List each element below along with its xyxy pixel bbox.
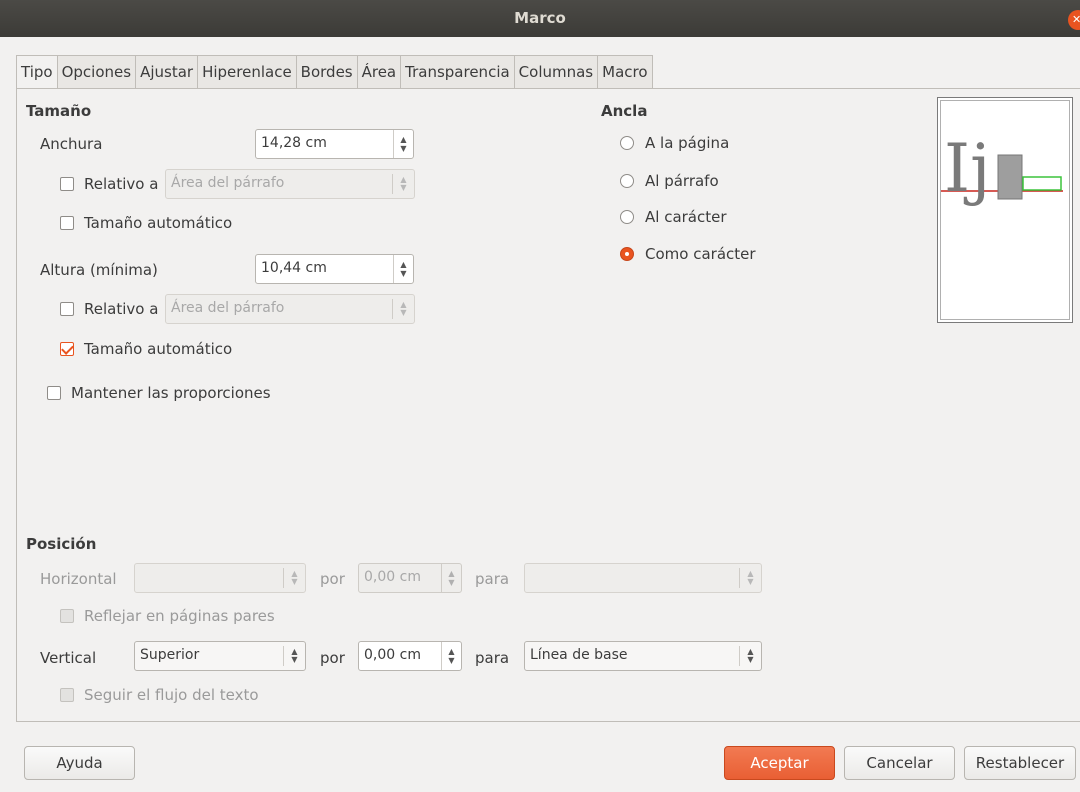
width-label: Anchura (40, 135, 103, 153)
help-button[interactable]: Ayuda (24, 746, 135, 780)
horizontal-by-value: 0,00 cm (364, 569, 421, 585)
preview-drawing: Ij (941, 130, 1063, 207)
tab-hiperenlace[interactable]: Hiperenlace (198, 55, 297, 89)
relative-width-value: Área del párrafo (171, 175, 285, 191)
auto-height-label: Tamaño automático (84, 340, 233, 358)
tab-area[interactable]: Área (357, 55, 402, 89)
size-section-title: Tamaño (26, 102, 92, 120)
relative-width-select: Área del párrafo ▲ ▼ (165, 169, 415, 199)
width-spinbox[interactable]: 14,28 cm ▲ ▼ (255, 129, 414, 159)
cancel-button[interactable]: Cancelar (844, 746, 955, 780)
follow-flow-checkbox (60, 688, 74, 702)
horizontal-to-select: ▲ ▼ (524, 563, 762, 593)
spin-arrows-icon[interactable]: ▲ ▼ (393, 255, 413, 283)
relative-height-select: Área del párrafo ▲ ▼ (165, 294, 415, 324)
vertical-by-spinbox[interactable]: 0,00 cm ▲ ▼ (358, 641, 462, 671)
anchor-paragraph-radio[interactable] (620, 174, 634, 188)
anchor-preview: Ij (937, 97, 1073, 323)
anchor-page-label: A la página (645, 134, 730, 152)
position-section-title: Posición (26, 535, 97, 553)
relative-width-checkbox[interactable] (60, 177, 74, 191)
spin-arrows-icon[interactable]: ▲ ▼ (441, 642, 461, 670)
close-icon[interactable]: ✕ (1068, 10, 1080, 30)
horizontal-by-label: por (320, 570, 345, 588)
spin-arrows-icon[interactable]: ▲ ▼ (393, 130, 413, 158)
height-spinbox[interactable]: 10,44 cm ▲ ▼ (255, 254, 414, 284)
anchor-character-label: Al carácter (645, 208, 727, 226)
relative-height-value: Área del párrafo (171, 300, 285, 316)
height-value: 10,44 cm (261, 260, 327, 276)
vertical-value: Superior (140, 647, 200, 663)
horizontal-label: Horizontal (40, 570, 117, 588)
horizontal-select: ▲ ▼ (134, 563, 306, 593)
chevron-updown-icon: ▲ ▼ (392, 174, 414, 194)
tab-opciones[interactable]: Opciones (57, 55, 137, 89)
tab-columnas[interactable]: Columnas (514, 55, 599, 89)
vertical-to-select[interactable]: Línea de base ▲ ▼ (524, 641, 762, 671)
vertical-to-value: Línea de base (530, 647, 628, 663)
auto-width-label: Tamaño automático (84, 214, 233, 232)
ok-button[interactable]: Aceptar (724, 746, 835, 780)
anchor-page-radio[interactable] (620, 136, 634, 150)
preview-page: Ij (940, 100, 1070, 320)
width-value: 14,28 cm (261, 135, 327, 151)
chevron-updown-icon[interactable]: ▲ ▼ (283, 646, 305, 666)
vertical-by-value: 0,00 cm (364, 647, 421, 663)
auto-width-checkbox[interactable] (60, 216, 74, 230)
vertical-to-label: para (475, 649, 510, 667)
follow-flow-label: Seguir el flujo del texto (84, 686, 259, 704)
keep-ratio-label: Mantener las proporciones (71, 384, 271, 402)
tab-ajustar[interactable]: Ajustar (136, 55, 199, 89)
anchor-as-character-label: Como carácter (645, 245, 756, 263)
tab-bar: Tipo Opciones Ajustar Hiperenlace Bordes… (16, 55, 653, 89)
relative-height-checkbox[interactable] (60, 302, 74, 316)
height-label: Altura (mínima) (40, 261, 158, 279)
tab-bordes[interactable]: Bordes (296, 55, 358, 89)
horizontal-by-spinbox: 0,00 cm ▲ ▼ (358, 563, 462, 593)
horizontal-to-label: para (475, 570, 510, 588)
chevron-updown-icon: ▲ ▼ (392, 299, 414, 319)
vertical-label: Vertical (40, 649, 97, 667)
vertical-by-label: por (320, 649, 345, 667)
tab-transparencia[interactable]: Transparencia (401, 55, 515, 89)
anchor-as-character-radio[interactable] (620, 247, 634, 261)
chevron-updown-icon[interactable]: ▲ ▼ (739, 646, 761, 666)
anchor-character-radio[interactable] (620, 210, 634, 224)
anchor-section-title: Ancla (601, 102, 648, 120)
relative-height-label: Relativo a (84, 300, 159, 318)
tab-tipo[interactable]: Tipo (16, 55, 58, 89)
auto-height-checkbox[interactable] (60, 342, 74, 356)
reset-button[interactable]: Restablecer (964, 746, 1076, 780)
chevron-updown-icon: ▲ ▼ (739, 568, 761, 588)
keep-ratio-checkbox[interactable] (47, 386, 61, 400)
anchor-paragraph-label: Al párrafo (645, 172, 719, 190)
window-title: Marco (514, 9, 566, 27)
spin-arrows-icon: ▲ ▼ (441, 564, 461, 592)
title-bar: Marco ✕ (0, 0, 1080, 37)
chevron-updown-icon: ▲ ▼ (283, 568, 305, 588)
vertical-select[interactable]: Superior ▲ ▼ (134, 641, 306, 671)
mirror-checkbox (60, 609, 74, 623)
preview-glyphs: Ij (944, 130, 991, 207)
mirror-label: Reflejar en páginas pares (84, 607, 275, 625)
tab-macro[interactable]: Macro (598, 55, 653, 89)
relative-width-label: Relativo a (84, 175, 159, 193)
